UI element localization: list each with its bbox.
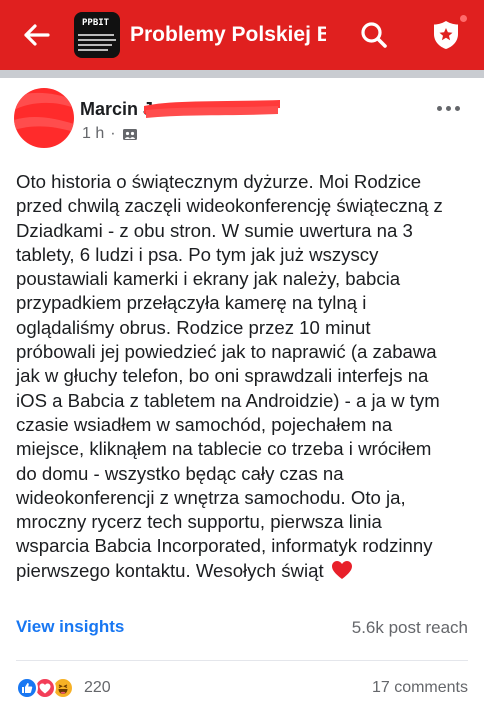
reaction-count: 220 <box>84 679 111 696</box>
post-line-text: pierwszego kontaktu. Wesołych świąt <box>16 559 324 581</box>
thumb-line <box>78 34 114 36</box>
post-line: tablety, 6 ludzi i psa. Po tym jak już w… <box>16 243 379 265</box>
post-line: miejsce, kliknąłem na tablecie co trzeba… <box>16 438 432 460</box>
arrow-left-icon <box>24 24 50 46</box>
post-line: Dziadkami - z obu stron. W sumie uwertur… <box>16 219 413 241</box>
post-line: wideokonferencji z wnętrza samochodu. Ot… <box>16 486 406 508</box>
avatar[interactable] <box>14 88 74 148</box>
comments-count[interactable]: 17 comments <box>372 679 468 697</box>
name-redaction <box>144 100 280 118</box>
post-reach: 5.6k post reach <box>351 618 468 637</box>
like-icon <box>16 677 38 699</box>
section-separator <box>0 70 484 78</box>
post-body: Oto historia o świątecznym dyżurze. Moi … <box>16 170 472 583</box>
heart-emoji-icon <box>331 560 352 579</box>
post-options-button[interactable] <box>428 94 468 122</box>
thumb-line <box>78 49 108 51</box>
search-button[interactable] <box>352 13 396 57</box>
group-photo-icon <box>122 129 137 140</box>
group-title[interactable]: Problemy Polskiej Br… <box>130 23 326 47</box>
post-line: czasie wsiadłem w samochód, pojechałem n… <box>16 413 393 435</box>
search-icon <box>361 22 387 48</box>
post-meta: 1 h · <box>82 125 138 143</box>
view-insights-link[interactable]: View insights <box>16 617 124 637</box>
post-line: wsparcia Babcia Incorporated, informatyk… <box>16 535 433 557</box>
avatar-redaction <box>14 92 74 132</box>
post-header: Marcin J 1 h · <box>0 84 484 156</box>
post-line: oglądaliśmy obrus. Rodzice przez 10 minu… <box>16 316 371 338</box>
shield-star-icon <box>434 21 458 49</box>
notification-dot <box>459 14 468 23</box>
top-app-bar: PPBIT Problemy Polskiej Br… <box>0 0 484 70</box>
more-dot <box>445 105 451 111</box>
thumb-line <box>78 39 116 41</box>
divider <box>16 660 468 661</box>
post-line: przed chwilą zaczęli wideokonferencję św… <box>16 195 443 217</box>
group-logo: PPBIT <box>82 18 110 28</box>
post-line: poustawiali kamerki i ekrany jak należy,… <box>16 268 401 290</box>
post-line: jak w głuchy telefon, bo oni sprawdzali … <box>16 365 429 387</box>
post-line: do domu - wszystko będąc cały czas na <box>16 462 344 484</box>
more-dot <box>436 105 442 111</box>
post-line: przypadkiem przełączyła kamerę na tylną … <box>16 292 367 314</box>
post-line: mroczny rycerz tech supportu, pierwsza l… <box>16 511 382 533</box>
more-dot <box>454 105 460 111</box>
post-time[interactable]: 1 h <box>82 125 104 143</box>
reactions-summary[interactable]: 220 <box>16 677 111 699</box>
thumb-line <box>78 44 112 46</box>
post-line: Oto historia o świątecznym dyżurze. Moi … <box>16 171 422 192</box>
meta-separator: · <box>110 125 116 142</box>
post-line: pierwszego kontaktu. Wesołych świąt <box>16 559 472 583</box>
post-line: próbowali jej powiedzieć jak to naprawić… <box>16 341 437 363</box>
group-thumbnail[interactable]: PPBIT <box>74 12 120 58</box>
back-button[interactable] <box>0 0 74 70</box>
post-line: iOS a Babcia z tabletem na Androidzie) -… <box>16 389 440 411</box>
